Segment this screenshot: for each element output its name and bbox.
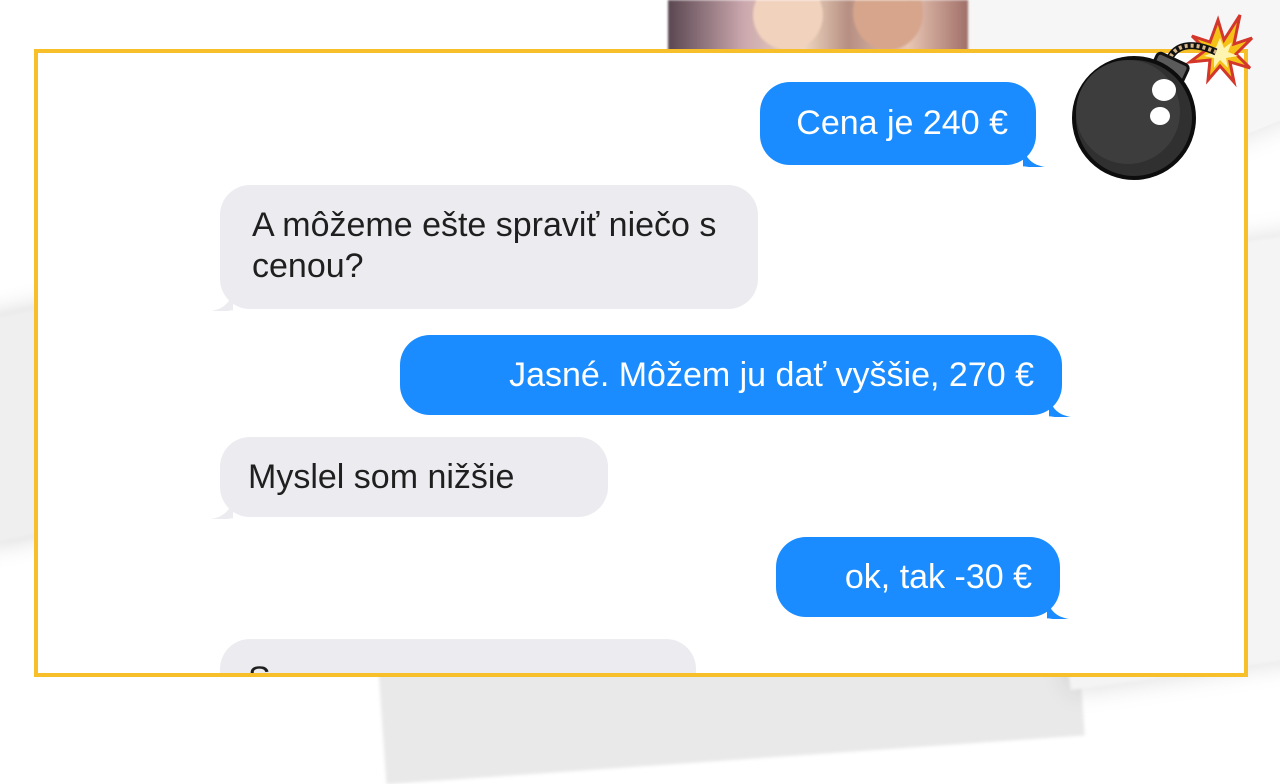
message-text: A môžeme ešte spraviť niečo s cenou? bbox=[252, 206, 717, 285]
message-incoming-partial: S bbox=[220, 639, 696, 673]
message-outgoing: Cena je 240 € bbox=[760, 82, 1036, 165]
message-incoming: A môžeme ešte spraviť niečo s cenou? bbox=[220, 185, 758, 309]
message-outgoing: Jasné. Môžem ju dať vyššie, 270 € bbox=[400, 335, 1062, 415]
message-text: Cena je 240 € bbox=[796, 104, 1008, 142]
message-text: Myslel som nižšie bbox=[248, 458, 515, 496]
chat-screenshot-frame: Cena je 240 € A môžeme ešte spraviť nieč… bbox=[34, 49, 1248, 677]
message-incoming: Myslel som nižšie bbox=[220, 437, 608, 517]
background-photo bbox=[668, 0, 968, 52]
message-text: ok, tak -30 € bbox=[844, 558, 1032, 596]
bomb-icon bbox=[1072, 14, 1253, 180]
message-outgoing: ok, tak -30 € bbox=[776, 537, 1060, 617]
message-text: S bbox=[248, 660, 271, 673]
message-text: Jasné. Môžem ju dať vyššie, 270 € bbox=[509, 356, 1034, 394]
